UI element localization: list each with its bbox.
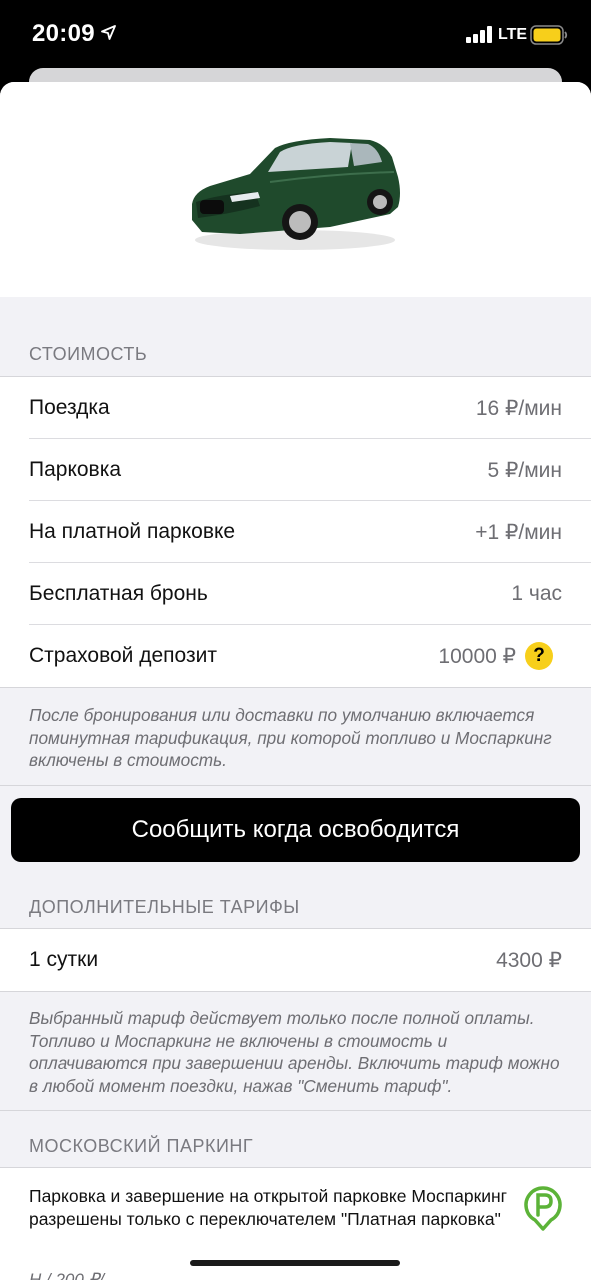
price-label: Парковка bbox=[29, 458, 122, 481]
pricing-list: Поездка 16 ₽/мин Парковка 5 ₽/мин На пла… bbox=[0, 376, 591, 688]
moscow-parking-text: Парковка и завершение на открытой парков… bbox=[29, 1186, 508, 1229]
price-value: 10000 ₽ bbox=[438, 645, 516, 668]
moscow-parking-section-header: МОСКОВСКИЙ ПАРКИНГ bbox=[29, 1136, 254, 1156]
divider bbox=[0, 1110, 591, 1111]
price-row-free-booking: Бесплатная бронь 1 час bbox=[29, 563, 591, 625]
tariff-label: 1 сутки bbox=[29, 948, 99, 971]
signal-icon bbox=[466, 26, 492, 43]
location-arrow-icon bbox=[101, 25, 116, 40]
price-row-trip: Поездка 16 ₽/мин bbox=[29, 377, 591, 439]
price-label: На платной парковке bbox=[29, 520, 236, 543]
status-bar: 20:09 LTE bbox=[0, 0, 591, 70]
price-row-parking: Парковка 5 ₽/мин bbox=[29, 439, 591, 501]
moscow-parking-cut-text: Н / 200 ₽/ bbox=[29, 1270, 105, 1280]
car-image-area bbox=[0, 82, 591, 297]
price-label: Поездка bbox=[29, 396, 110, 419]
price-row-deposit: Страховой депозит 10000 ₽ ? bbox=[29, 625, 591, 687]
network-type: LTE bbox=[498, 26, 528, 43]
price-label: Страховой депозит bbox=[29, 644, 217, 667]
price-value: 5 ₽/мин bbox=[487, 459, 562, 482]
price-label: Бесплатная бронь bbox=[29, 582, 208, 605]
extra-tariffs-note: Выбранный тариф действует только после п… bbox=[29, 1008, 560, 1096]
tariff-price: 4300 ₽ bbox=[496, 949, 562, 972]
pricing-note: После бронирования или доставки по умолч… bbox=[29, 705, 552, 770]
price-value: +1 ₽/мин bbox=[475, 521, 562, 544]
parking-pin-icon bbox=[524, 1186, 562, 1231]
price-row-paid-parking: На платной парковке +1 ₽/мин bbox=[29, 501, 591, 563]
car-image bbox=[192, 138, 400, 250]
notify-when-available-button[interactable]: Сообщить когда освободится bbox=[11, 798, 580, 862]
price-value: 16 ₽/мин bbox=[475, 397, 562, 420]
home-indicator[interactable] bbox=[190, 1260, 400, 1266]
car-details-sheet: СТОИМОСТЬ Поездка 16 ₽/мин Парковка 5 ₽/… bbox=[0, 82, 591, 1280]
price-value: 1 час bbox=[511, 582, 562, 605]
divider bbox=[0, 785, 591, 786]
extra-tariffs-list: 1 сутки 4300 ₽ bbox=[0, 928, 591, 992]
tariff-row-1-day[interactable]: 1 сутки 4300 ₽ bbox=[29, 929, 591, 991]
battery-icon bbox=[530, 25, 568, 45]
pricing-section-header: СТОИМОСТЬ bbox=[29, 344, 148, 364]
help-icon[interactable]: ? bbox=[525, 642, 553, 670]
extra-tariffs-section-header: ДОПОЛНИТЕЛЬНЫЕ ТАРИФЫ bbox=[29, 897, 300, 917]
status-time: 20:09 bbox=[32, 20, 95, 47]
